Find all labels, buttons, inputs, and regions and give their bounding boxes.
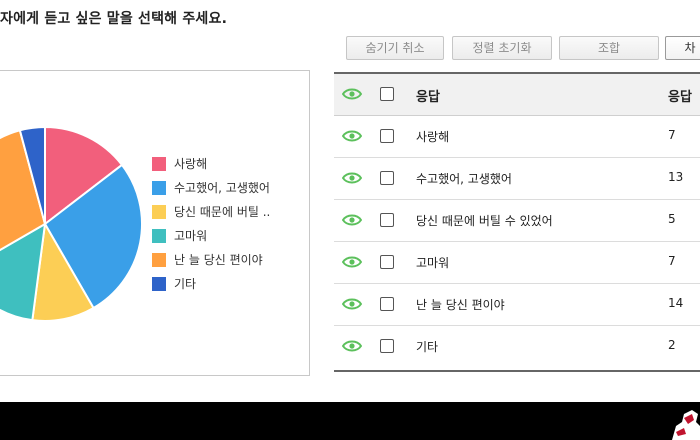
legend-label: 사랑해 (174, 157, 208, 171)
legend-swatch (152, 277, 166, 291)
response-text: 기타 (416, 340, 439, 354)
eye-icon[interactable] (342, 339, 362, 353)
table-row[interactable]: 고마워 7 (334, 242, 700, 284)
eye-icon[interactable] (342, 129, 362, 143)
row-checkbox[interactable] (380, 129, 394, 143)
legend-swatch (152, 205, 166, 219)
eye-icon[interactable] (342, 255, 362, 269)
response-count: 14 (668, 296, 684, 310)
row-checkbox[interactable] (380, 213, 394, 227)
legend-swatch (152, 253, 166, 267)
legend-label: 수고했어, 고생했어 (174, 181, 270, 195)
eye-icon[interactable] (342, 213, 362, 227)
legend-label: 난 늘 당신 편이야 (174, 253, 263, 267)
combine-button[interactable]: 조합 (559, 36, 659, 60)
bottom-bar (0, 402, 700, 440)
row-checkbox[interactable] (380, 339, 394, 353)
response-count: 5 (668, 212, 676, 226)
response-text: 당신 때문에 버틸 수 있었어 (416, 214, 553, 228)
eye-icon[interactable] (342, 171, 362, 185)
table-row[interactable]: 당신 때문에 버틸 수 있었어 5 (334, 200, 700, 242)
table-row[interactable]: 난 늘 당신 편이야 14 (334, 284, 700, 326)
response-count: 13 (668, 170, 684, 184)
row-checkbox[interactable] (380, 297, 394, 311)
table-row[interactable]: 기타 2 (334, 326, 700, 368)
legend-swatch (152, 181, 166, 195)
response-text: 사랑해 (416, 130, 450, 144)
table-header-row: 응답 응답 (334, 74, 700, 116)
eye-icon[interactable] (342, 297, 362, 311)
next-button[interactable]: 차 (665, 36, 700, 60)
row-checkbox[interactable] (380, 255, 394, 269)
reset-sort-button[interactable]: 정렬 초기화 (452, 36, 552, 60)
unhide-button[interactable]: 숨기기 취소 (346, 36, 444, 60)
response-text: 고마워 (416, 256, 450, 270)
legend-label: 당신 때문에 버틸 .. (174, 205, 271, 219)
legend-swatch (152, 157, 166, 171)
corner-logo-icon (672, 410, 700, 440)
row-checkbox[interactable] (380, 171, 394, 185)
response-count: 7 (668, 128, 676, 142)
question-title: 자에게 듣고 싶은 말을 선택해 주세요. (0, 11, 228, 27)
pie-chart-panel: 사랑해수고했어, 고생했어당신 때문에 버틸 .. 고마워난 늘 당신 편이야기타 (0, 70, 310, 376)
legend-label: 고마워 (174, 229, 208, 243)
table-row[interactable]: 수고했어, 고생했어 13 (334, 158, 700, 200)
response-count: 7 (668, 254, 676, 268)
response-count: 2 (668, 338, 676, 352)
legend-label: 기타 (174, 277, 197, 291)
eye-icon[interactable] (342, 87, 362, 101)
pie-chart (0, 125, 143, 322)
table-row[interactable]: 사랑해 7 (334, 116, 700, 158)
response-text: 수고했어, 고생했어 (416, 172, 512, 186)
response-text: 난 늘 당신 편이야 (416, 298, 505, 312)
header-count[interactable]: 응답 (668, 86, 692, 105)
header-response[interactable]: 응답 (416, 86, 440, 105)
legend-swatch (152, 229, 166, 243)
response-table: 응답 응답 사랑해 7 수고했어, 고생했어 13 당신 때문에 버틸 수 있었어 5 고마… (334, 72, 700, 372)
select-all-checkbox[interactable] (380, 87, 394, 101)
